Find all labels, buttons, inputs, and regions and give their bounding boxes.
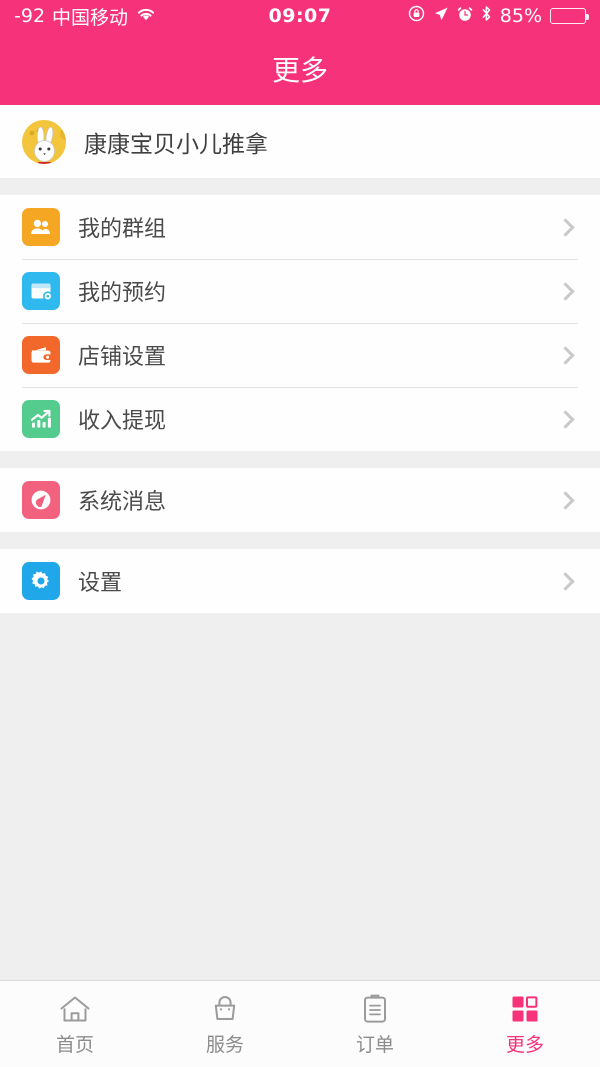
status-bar: -92 中国移动 09:07 85%	[0, 0, 600, 32]
status-bar-left: -92 中国移动	[14, 3, 157, 30]
home-icon	[59, 992, 91, 1026]
menu-group-1: 我的群组 我的预约 店铺设置 收入提现	[0, 195, 600, 451]
rabbit-avatar-icon	[29, 126, 66, 164]
avatar	[22, 119, 66, 164]
chevron-right-icon	[556, 490, 575, 510]
menu-item-label: 收入提现	[78, 409, 167, 434]
gear-icon	[22, 562, 60, 600]
booking-icon	[22, 272, 60, 310]
clipboard-icon	[361, 992, 389, 1026]
chevron-right-icon	[556, 571, 575, 591]
menu-item-system-messages[interactable]: 系统消息	[0, 468, 600, 532]
location-arrow-icon	[433, 5, 449, 27]
tab-bar: 首页 服务 订单 更多	[0, 980, 600, 1067]
chevron-right-icon	[556, 409, 575, 429]
section-gap	[0, 532, 600, 549]
section-gap	[0, 178, 600, 195]
signal-strength-label: -92	[14, 5, 46, 27]
profile-name: 康康宝贝小儿推拿	[84, 131, 268, 158]
battery-percent-label: 85%	[499, 5, 542, 27]
wifi-icon	[135, 5, 157, 27]
page-title: 更多	[271, 53, 328, 87]
menu-item-my-bookings[interactable]: 我的预约	[0, 259, 600, 323]
menu-item-income-withdraw[interactable]: 收入提现	[0, 387, 600, 451]
grid-icon	[510, 992, 540, 1026]
menu-group-3: 设置	[0, 549, 600, 613]
menu-item-label: 我的预约	[78, 281, 167, 306]
tab-home[interactable]: 首页	[0, 981, 150, 1067]
chevron-right-icon	[556, 345, 575, 365]
section-gap	[0, 451, 600, 468]
carrier-label: 中国移动	[52, 6, 129, 29]
alarm-clock-icon	[457, 5, 473, 27]
bag-icon	[210, 992, 240, 1026]
rotation-lock-icon	[408, 5, 425, 27]
status-bar-right: 85%	[408, 5, 589, 27]
menu-item-my-groups[interactable]: 我的群组	[0, 195, 600, 259]
menu-item-settings[interactable]: 设置	[0, 549, 600, 613]
battery-icon	[550, 8, 589, 24]
chevron-right-icon	[556, 281, 575, 301]
menu-item-label: 设置	[78, 571, 123, 596]
menu-item-shop-settings[interactable]: 店铺设置	[0, 323, 600, 387]
bell-icon	[22, 481, 60, 519]
tab-label: 服务	[205, 1033, 244, 1056]
tab-label: 更多	[505, 1033, 544, 1056]
menu-group-2: 系统消息	[0, 468, 600, 532]
profile-row[interactable]: 康康宝贝小儿推拿	[0, 105, 600, 178]
tab-orders[interactable]: 订单	[300, 981, 450, 1067]
tab-label: 订单	[355, 1033, 394, 1056]
chart-up-icon	[22, 400, 60, 438]
bluetooth-icon	[481, 5, 492, 27]
chevron-right-icon	[556, 217, 575, 237]
menu-item-label: 系统消息	[78, 490, 167, 515]
tab-label: 首页	[55, 1033, 94, 1056]
tab-services[interactable]: 服务	[150, 981, 300, 1067]
tab-more[interactable]: 更多	[450, 981, 600, 1067]
wallet-icon	[22, 336, 60, 374]
main-content: 康康宝贝小儿推拿 我的群组 我的预约 店铺设置 收入提现 系统消息 设置	[0, 105, 600, 980]
menu-item-label: 我的群组	[78, 217, 167, 242]
group-icon	[22, 208, 60, 246]
menu-item-label: 店铺设置	[78, 345, 167, 370]
app-screen: -92 中国移动 09:07 85% 更多 康康宝贝小儿推拿 我的群组 我的预约…	[0, 0, 600, 1067]
nav-bar: 更多	[0, 32, 600, 105]
